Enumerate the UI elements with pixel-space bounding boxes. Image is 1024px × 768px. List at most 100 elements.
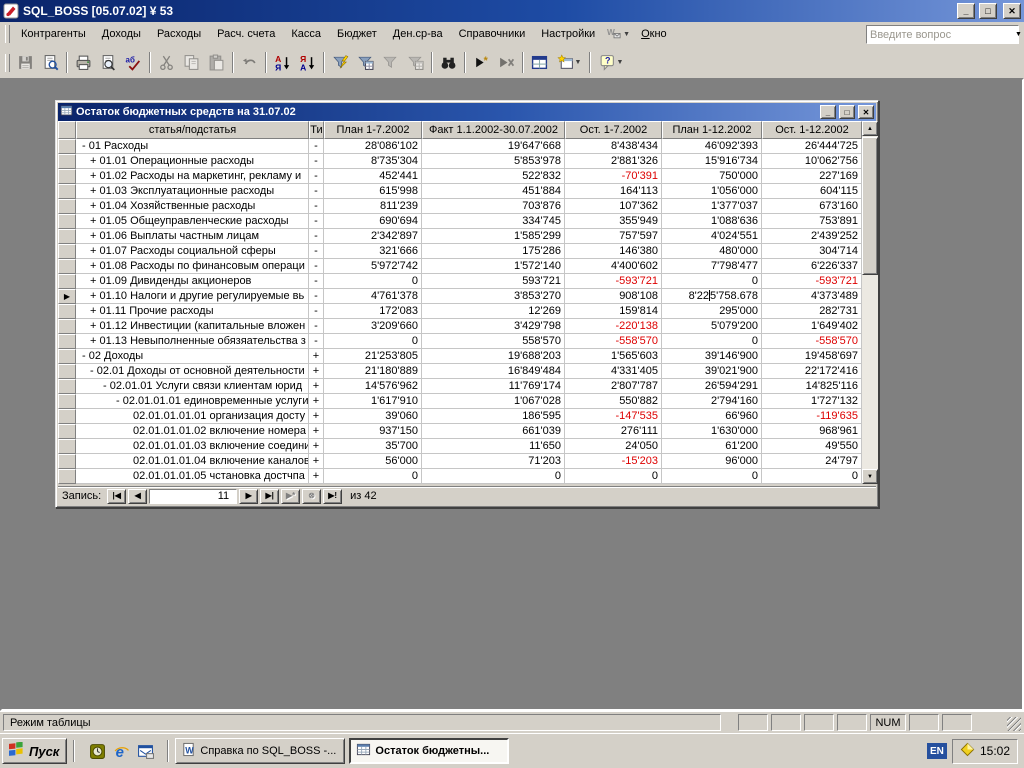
value-cell[interactable]: 615'998 bbox=[324, 184, 422, 199]
clock-icon[interactable] bbox=[87, 741, 107, 761]
value-cell[interactable]: 1'727'132 bbox=[762, 394, 862, 409]
value-cell[interactable]: 558'570 bbox=[422, 334, 565, 349]
value-cell[interactable]: 186'595 bbox=[422, 409, 565, 424]
value-cell[interactable]: 3'209'660 bbox=[324, 319, 422, 334]
sort-ascending-icon[interactable]: АЯ bbox=[270, 51, 295, 75]
type-cell[interactable]: + bbox=[309, 469, 324, 484]
value-cell[interactable]: -15'203 bbox=[565, 454, 662, 469]
value-cell[interactable]: -593'721 bbox=[565, 274, 662, 289]
vertical-scrollbar[interactable]: ▲ ▼ bbox=[862, 121, 878, 484]
value-cell[interactable]: 46'092'393 bbox=[662, 139, 762, 154]
previous-record-button[interactable]: ◀ bbox=[128, 489, 147, 504]
record-selector[interactable] bbox=[58, 244, 76, 259]
sqlboss-app-icon[interactable] bbox=[3, 3, 19, 19]
value-cell[interactable]: 4'373'489 bbox=[762, 289, 862, 304]
menu-item-2[interactable]: Расходы bbox=[149, 25, 209, 43]
value-cell[interactable]: 3'853'270 bbox=[422, 289, 565, 304]
value-cell[interactable]: 1'565'603 bbox=[565, 349, 662, 364]
value-cell[interactable]: 276'111 bbox=[565, 424, 662, 439]
value-cell[interactable]: 5'972'742 bbox=[324, 259, 422, 274]
resize-grip[interactable] bbox=[1007, 717, 1021, 731]
record-selector[interactable] bbox=[58, 184, 76, 199]
menu-item-0[interactable]: Контрагенты bbox=[13, 25, 94, 43]
value-cell[interactable]: 49'550 bbox=[762, 439, 862, 454]
type-cell[interactable]: - bbox=[309, 274, 324, 289]
value-cell[interactable]: 159'814 bbox=[565, 304, 662, 319]
office-links-menu[interactable]: W ▼ bbox=[603, 25, 633, 44]
record-selector[interactable] bbox=[58, 349, 76, 364]
value-cell[interactable]: 175'286 bbox=[422, 244, 565, 259]
value-cell[interactable]: 480'000 bbox=[662, 244, 762, 259]
value-cell[interactable]: -558'570 bbox=[565, 334, 662, 349]
column-header-1[interactable]: Ти bbox=[309, 121, 324, 139]
value-cell[interactable]: 1'617'910 bbox=[324, 394, 422, 409]
value-cell[interactable]: 334'745 bbox=[422, 214, 565, 229]
value-cell[interactable]: 4'400'602 bbox=[565, 259, 662, 274]
value-cell[interactable]: 19'688'203 bbox=[422, 349, 565, 364]
copy-icon[interactable] bbox=[179, 51, 204, 75]
find-icon[interactable] bbox=[436, 51, 461, 75]
type-cell[interactable]: + bbox=[309, 379, 324, 394]
value-cell[interactable]: 604'115 bbox=[762, 184, 862, 199]
record-selector[interactable] bbox=[58, 169, 76, 184]
type-cell[interactable]: + bbox=[309, 454, 324, 469]
type-cell[interactable]: + bbox=[309, 349, 324, 364]
column-header-5[interactable]: План 1-12.2002 bbox=[662, 121, 762, 139]
record-selector[interactable] bbox=[58, 304, 76, 319]
new-record-icon[interactable]: * bbox=[469, 51, 494, 75]
record-selector[interactable] bbox=[58, 154, 76, 169]
value-cell[interactable]: 4'761'378 bbox=[324, 289, 422, 304]
record-selector[interactable] bbox=[58, 394, 76, 409]
value-cell[interactable]: 1'377'037 bbox=[662, 199, 762, 214]
value-cell[interactable]: 0 bbox=[324, 469, 422, 484]
sort-descending-icon[interactable]: ЯА bbox=[295, 51, 320, 75]
value-cell[interactable]: 451'884 bbox=[422, 184, 565, 199]
ask-question-combo[interactable]: ▼ bbox=[866, 25, 1019, 44]
column-header-0[interactable]: статья/подстатья bbox=[76, 121, 309, 139]
value-cell[interactable]: 96'000 bbox=[662, 454, 762, 469]
filter-by-form-icon[interactable] bbox=[353, 51, 378, 75]
record-selector[interactable] bbox=[58, 139, 76, 154]
value-cell[interactable]: 39'060 bbox=[324, 409, 422, 424]
value-cell[interactable]: 61'200 bbox=[662, 439, 762, 454]
save-icon[interactable] bbox=[13, 51, 38, 75]
article-cell[interactable]: + 01.12 Инвестиции (капитальные вложен bbox=[76, 319, 309, 334]
value-cell[interactable]: 35'700 bbox=[324, 439, 422, 454]
record-selector[interactable] bbox=[58, 379, 76, 394]
diamond-icon[interactable] bbox=[960, 742, 975, 760]
value-cell[interactable]: 14'576'962 bbox=[324, 379, 422, 394]
article-cell[interactable]: 02.01.01.01.01 организация досту bbox=[76, 409, 309, 424]
scroll-up-icon[interactable]: ▲ bbox=[862, 121, 878, 136]
type-cell[interactable]: + bbox=[309, 409, 324, 424]
article-cell[interactable]: + 01.05 Общеуправленческие расходы bbox=[76, 214, 309, 229]
value-cell[interactable]: 750'000 bbox=[662, 169, 762, 184]
article-cell[interactable]: + 01.08 Расходы по финансовым операци bbox=[76, 259, 309, 274]
value-cell[interactable]: -558'570 bbox=[762, 334, 862, 349]
value-cell[interactable]: 0 bbox=[662, 334, 762, 349]
menu-item-4[interactable]: Касса bbox=[283, 25, 329, 43]
value-cell[interactable]: 1'585'299 bbox=[422, 229, 565, 244]
apply-filter-icon[interactable] bbox=[403, 51, 428, 75]
file-search-icon[interactable] bbox=[38, 51, 63, 75]
cancel-record-button[interactable]: ⊗ bbox=[302, 489, 321, 504]
value-cell[interactable]: 6'226'337 bbox=[762, 259, 862, 274]
type-cell[interactable]: + bbox=[309, 394, 324, 409]
value-cell[interactable]: 968'961 bbox=[762, 424, 862, 439]
value-cell[interactable]: 0 bbox=[565, 469, 662, 484]
type-cell[interactable]: + bbox=[309, 364, 324, 379]
database-window-icon[interactable] bbox=[527, 51, 552, 75]
value-cell[interactable]: 11'650 bbox=[422, 439, 565, 454]
article-cell[interactable]: + 01.09 Дивиденды акционеров bbox=[76, 274, 309, 289]
value-cell[interactable]: 26'444'725 bbox=[762, 139, 862, 154]
type-cell[interactable]: - bbox=[309, 184, 324, 199]
menu-item-7[interactable]: Справочники bbox=[451, 25, 534, 43]
cut-icon[interactable] bbox=[154, 51, 179, 75]
value-cell[interactable]: 5'079'200 bbox=[662, 319, 762, 334]
article-cell[interactable]: + 01.10 Налоги и другие регулируемые вь bbox=[76, 289, 309, 304]
new-record-button[interactable]: ▶* bbox=[281, 489, 300, 504]
value-cell[interactable]: -70'391 bbox=[565, 169, 662, 184]
value-cell[interactable]: 12'269 bbox=[422, 304, 565, 319]
value-cell[interactable]: 295'000 bbox=[662, 304, 762, 319]
value-cell[interactable]: 2'342'897 bbox=[324, 229, 422, 244]
value-cell[interactable]: -220'138 bbox=[565, 319, 662, 334]
